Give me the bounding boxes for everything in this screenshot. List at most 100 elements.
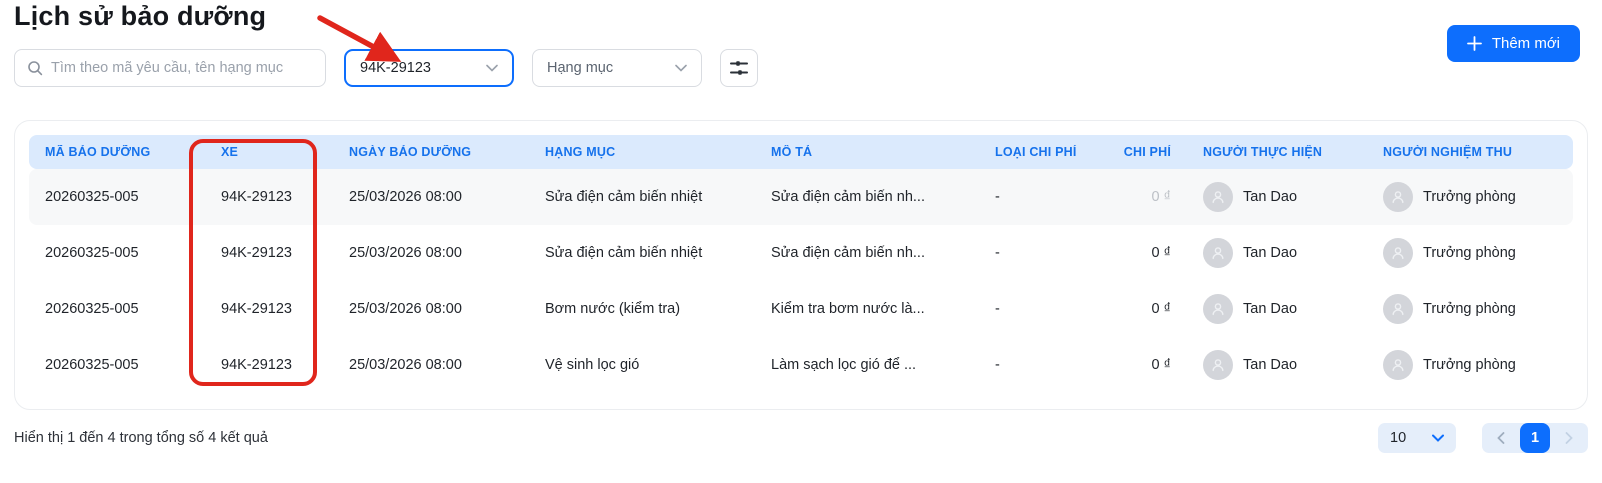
- maintenance-table-card: MÃ BẢO DƯỠNG XE NGÀY BẢO DƯỠNG HẠNG MỤC MÔ T…: [14, 120, 1588, 410]
- cost-cell: 0 ₫: [1151, 357, 1171, 373]
- sliders-icon: [730, 61, 748, 75]
- chevron-down-icon: [1432, 434, 1444, 442]
- avatar: [1203, 350, 1233, 380]
- date-cell: 25/03/2026 08:00: [349, 245, 462, 261]
- person-icon: [1392, 303, 1404, 316]
- filter-toolbar: 94K-29123 Hạng mục: [14, 49, 758, 87]
- description-cell: Sửa điện cảm biến nh...: [771, 189, 925, 205]
- person-icon: [1392, 247, 1404, 260]
- cost-type-cell: -: [995, 189, 1000, 205]
- category-cell: Bơm nước (kiểm tra): [545, 301, 681, 317]
- column-header: CHI PHÍ: [1123, 145, 1171, 159]
- person-icon: [1212, 191, 1224, 204]
- approver-name: Trưởng phòng: [1423, 301, 1516, 317]
- table-body: 20260325-005 94K-29123 25/03/2026 08:00 …: [29, 169, 1573, 393]
- code-cell: 20260325-005: [45, 189, 139, 205]
- category-filter-label: Hạng mục: [547, 60, 614, 76]
- search-icon: [28, 61, 43, 76]
- previous-page-button[interactable]: [1488, 423, 1514, 453]
- vehicle-filter-value: 94K-29123: [360, 60, 431, 76]
- approver-cell: Trưởng phòng: [1367, 350, 1573, 380]
- vehicle-cell: 94K-29123: [221, 245, 292, 261]
- description-cell: Làm sạch lọc gió để ...: [771, 357, 917, 373]
- code-cell: 20260325-005: [45, 357, 139, 373]
- table-row[interactable]: 20260325-005 94K-29123 25/03/2026 08:00 …: [29, 225, 1573, 281]
- page-navigator: 1: [1482, 423, 1588, 453]
- chevron-right-icon: [1565, 432, 1573, 444]
- table-row[interactable]: 20260325-005 94K-29123 25/03/2026 08:00 …: [29, 337, 1573, 393]
- category-cell: Sửa điện cảm biến nhiệt: [545, 189, 703, 205]
- table-row[interactable]: 20260325-005 94K-29123 25/03/2026 08:00 …: [29, 169, 1573, 225]
- avatar: [1383, 238, 1413, 268]
- avatar: [1383, 182, 1413, 212]
- person-icon: [1212, 303, 1224, 316]
- column-header: NGƯỜI THỰC HIỆN: [1203, 145, 1323, 159]
- category-filter-select[interactable]: Hạng mục: [532, 49, 702, 87]
- page-title: Lịch sử bảo dưỡng: [14, 1, 267, 31]
- search-input[interactable]: [51, 60, 313, 76]
- chevron-down-icon: [675, 64, 687, 72]
- person-icon: [1212, 359, 1224, 372]
- pagination: 10 1: [1378, 423, 1588, 453]
- category-cell: Vệ sinh lọc gió: [545, 357, 640, 373]
- page-size-select[interactable]: 10: [1378, 423, 1456, 453]
- column-header: MÔ TẢ: [771, 145, 813, 159]
- page-size-value: 10: [1390, 430, 1407, 446]
- plus-icon: [1466, 36, 1482, 51]
- approver-name: Trưởng phòng: [1423, 357, 1516, 373]
- code-cell: 20260325-005: [45, 301, 139, 317]
- column-header: NGÀY BẢO DƯỠNG: [349, 145, 472, 159]
- chevron-left-icon: [1497, 432, 1505, 444]
- cost-cell: 0 ₫: [1151, 245, 1171, 261]
- cost-type-cell: -: [995, 301, 1000, 317]
- person-icon: [1212, 247, 1224, 260]
- page-number-button[interactable]: 1: [1520, 423, 1550, 453]
- advanced-filter-button[interactable]: [720, 49, 758, 87]
- performer-cell: Tan Dao: [1187, 238, 1367, 268]
- performer-name: Tan Dao: [1243, 245, 1298, 261]
- table-footer: Hiển thị 1 đến 4 trong tổng số 4 kết quả…: [14, 410, 1588, 466]
- avatar: [1203, 238, 1233, 268]
- cost-cell: 0 ₫: [1151, 301, 1171, 317]
- vehicle-filter-select[interactable]: 94K-29123: [344, 49, 514, 87]
- column-header: HẠNG MỤC: [545, 145, 616, 159]
- date-cell: 25/03/2026 08:00: [349, 357, 462, 373]
- approver-cell: Trưởng phòng: [1367, 238, 1573, 268]
- table-header-row: MÃ BẢO DƯỠNG XE NGÀY BẢO DƯỠNG HẠNG MỤC MÔ T…: [29, 135, 1573, 169]
- avatar: [1203, 182, 1233, 212]
- column-header: XE: [221, 145, 239, 159]
- vehicle-cell: 94K-29123: [221, 357, 292, 373]
- avatar: [1203, 294, 1233, 324]
- performer-name: Tan Dao: [1243, 357, 1298, 373]
- next-page-button[interactable]: [1556, 423, 1582, 453]
- description-cell: Kiểm tra bơm nước là...: [771, 301, 925, 317]
- avatar: [1383, 350, 1413, 380]
- performer-cell: Tan Dao: [1187, 350, 1367, 380]
- description-cell: Sửa điện cảm biến nh...: [771, 245, 925, 261]
- add-new-button[interactable]: Thêm mới: [1446, 25, 1580, 62]
- code-cell: 20260325-005: [45, 245, 139, 261]
- avatar: [1383, 294, 1413, 324]
- cost-type-cell: -: [995, 357, 1000, 373]
- person-icon: [1392, 191, 1404, 204]
- vehicle-cell: 94K-29123: [221, 301, 292, 317]
- column-header: LOẠI CHI PHÍ: [995, 145, 1077, 159]
- approver-name: Trưởng phòng: [1423, 245, 1516, 261]
- vehicle-cell: 94K-29123: [221, 189, 292, 205]
- performer-cell: Tan Dao: [1187, 182, 1367, 212]
- approver-cell: Trưởng phòng: [1367, 182, 1573, 212]
- approver-name: Trưởng phòng: [1423, 189, 1516, 205]
- performer-cell: Tan Dao: [1187, 294, 1367, 324]
- date-cell: 25/03/2026 08:00: [349, 301, 462, 317]
- cost-type-cell: -: [995, 245, 1000, 261]
- category-cell: Sửa điện cảm biến nhiệt: [545, 245, 703, 261]
- column-header: MÃ BẢO DƯỠNG: [45, 145, 151, 159]
- person-icon: [1392, 359, 1404, 372]
- search-box[interactable]: [14, 49, 326, 87]
- date-cell: 25/03/2026 08:00: [349, 189, 462, 205]
- performer-name: Tan Dao: [1243, 189, 1298, 205]
- column-header: NGƯỜI NGHIỆM THU: [1383, 145, 1513, 159]
- chevron-down-icon: [486, 64, 498, 72]
- add-new-button-label: Thêm mới: [1491, 35, 1560, 52]
- table-row[interactable]: 20260325-005 94K-29123 25/03/2026 08:00 …: [29, 281, 1573, 337]
